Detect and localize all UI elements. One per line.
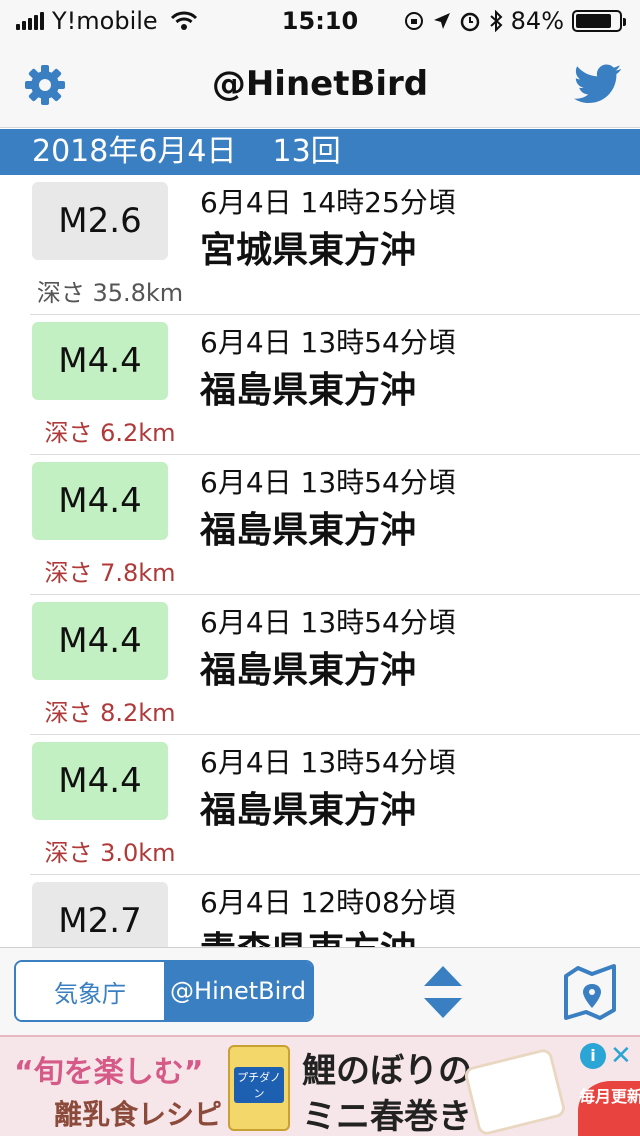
twitter-icon[interactable] — [574, 64, 622, 104]
bottom-toolbar: 気象庁 @HinetBird — [0, 947, 640, 1035]
location-icon — [433, 13, 450, 29]
list-item[interactable]: M4.4 深さ 3.0km 6月4日 13時54分頃 福島県東方沖 — [30, 735, 640, 875]
info-icon[interactable]: i — [580, 1043, 606, 1069]
ad-food-image — [462, 1047, 568, 1136]
magnitude-badge: M4.4 — [32, 322, 168, 400]
ad-headline-1: 鯉のぼりの — [302, 1051, 472, 1091]
magnitude-badge: M2.7 — [32, 882, 168, 947]
battery-percent: 84% — [510, 7, 564, 35]
count-label: 13回 — [272, 134, 341, 169]
place-label: 福島県東方沖 — [200, 510, 417, 551]
alarm-icon — [460, 12, 479, 32]
ad-badge: 毎月更新 — [578, 1081, 640, 1136]
ad-banner[interactable]: “旬を楽しむ” 離乳食レシピ プチダノン 鯉のぼりの ミニ春巻き 毎月更新 i … — [0, 1035, 640, 1136]
depth-label: 深さ 6.2km — [44, 419, 176, 447]
source-segmented-control[interactable]: 気象庁 @HinetBird — [14, 960, 314, 1022]
place-label: 青森県東方沖 — [200, 921, 416, 947]
sort-up-down-icon[interactable] — [420, 962, 466, 1022]
list-item[interactable]: M4.4 深さ 8.2km 6月4日 13時54分頃 福島県東方沖 — [30, 595, 640, 735]
depth-label: 深さ 8.2km — [44, 699, 176, 727]
date-header: 2018年6月4日 13回 — [0, 129, 640, 175]
list-item[interactable]: M2.6 深さ 35.8km 6月4日 14時25分頃 宮城県東方沖 — [30, 175, 640, 315]
segment-hinetbird[interactable]: @HinetBird — [164, 962, 312, 1020]
place-label: 福島県東方沖 — [200, 790, 417, 831]
battery-icon — [572, 10, 626, 32]
magnitude-badge: M4.4 — [32, 742, 168, 820]
place-label: 福島県東方沖 — [200, 650, 417, 691]
place-label: 宮城県東方沖 — [200, 230, 417, 271]
date-label: 2018年6月4日 — [32, 134, 237, 169]
time-label: 6月4日 13時54分頃 — [200, 746, 456, 779]
ad-product-image: プチダノン — [228, 1045, 290, 1131]
list-item[interactable]: M4.4 深さ 7.8km 6月4日 13時54分頃 福島県東方沖 — [30, 455, 640, 595]
status-right: 84% — [403, 7, 626, 35]
ad-subtitle: 離乳食レシピ — [54, 1098, 223, 1131]
depth-label: 深さ 3.0km — [44, 839, 176, 867]
status-bar: Y!mobile 15:10 84% — [0, 0, 640, 40]
time-label: 6月4日 14時25分頃 — [200, 186, 456, 219]
orientation-lock-icon — [404, 12, 423, 30]
close-icon[interactable]: ✕ — [610, 1041, 632, 1071]
time-label: 6月4日 13時54分頃 — [200, 326, 456, 359]
magnitude-badge: M4.4 — [32, 462, 168, 540]
list-item[interactable]: M4.4 深さ 6.2km 6月4日 13時54分頃 福島県東方沖 — [30, 315, 640, 455]
list-item[interactable]: M2.7 6月4日 12時08分頃 青森県東方沖 — [30, 875, 640, 947]
earthquake-list[interactable]: M2.6 深さ 35.8km 6月4日 14時25分頃 宮城県東方沖 M4.4 … — [0, 175, 640, 947]
time-label: 6月4日 13時54分頃 — [200, 606, 456, 639]
page-title: @HinetBird — [211, 64, 429, 104]
magnitude-badge: M4.4 — [32, 602, 168, 680]
place-label: 福島県東方沖 — [200, 370, 417, 411]
navigation-bar: @HinetBird — [0, 40, 640, 128]
segment-jma[interactable]: 気象庁 — [16, 962, 164, 1020]
map-pin-icon[interactable] — [562, 962, 618, 1022]
time-label: 6月4日 12時08分頃 — [200, 886, 456, 919]
bluetooth-icon — [489, 10, 503, 32]
ad-product-label: プチダノン — [234, 1067, 284, 1103]
time-label: 6月4日 13時54分頃 — [200, 466, 456, 499]
magnitude-badge: M2.6 — [32, 182, 168, 260]
ad-headline-2: ミニ春巻き — [302, 1097, 472, 1136]
ad-tagline: “旬を楽しむ” — [14, 1055, 204, 1090]
depth-label: 深さ 7.8km — [44, 559, 176, 587]
depth-label: 深さ 35.8km — [36, 279, 184, 307]
